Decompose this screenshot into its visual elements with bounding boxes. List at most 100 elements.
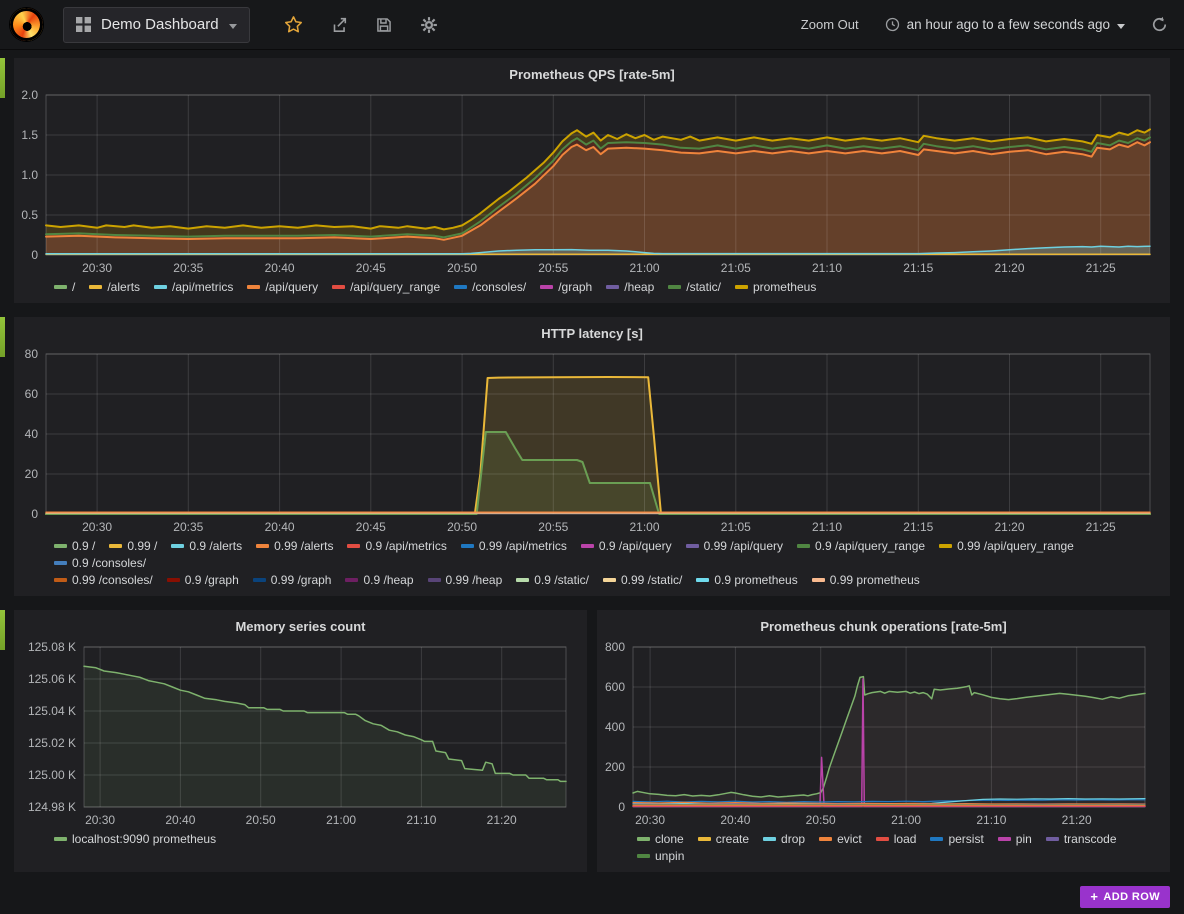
legend-item[interactable]: 0.99 /api/metrics [461,539,567,553]
svg-text:20:30: 20:30 [85,813,115,827]
http-latency-chart[interactable]: 02040608020:3020:3520:4020:4520:5020:552… [14,344,1170,536]
series-color-swatch [345,578,358,582]
svg-text:125.02 K: 125.02 K [28,736,76,750]
legend-item[interactable]: /static/ [668,280,721,294]
legend-item[interactable]: /api/metrics [154,280,233,294]
share-button[interactable] [330,16,348,34]
svg-text:20:40: 20:40 [165,813,195,827]
memory-series-legend: localhost:9090 prometheus [14,829,587,851]
series-label: drop [781,832,805,846]
legend-item[interactable]: 0.99 / [109,539,157,553]
add-row-label: ADD ROW [1103,891,1160,903]
legend-item[interactable]: /alerts [89,280,140,294]
legend-item[interactable]: /heap [606,280,654,294]
legend-item[interactable]: pin [998,832,1032,846]
series-label: persist [948,832,983,846]
legend-item[interactable]: 0.99 /static/ [603,573,682,587]
svg-text:0.5: 0.5 [21,208,38,222]
panel-title[interactable]: Memory series count [14,610,587,637]
svg-text:20:50: 20:50 [806,813,836,827]
legend-item[interactable]: /api/query_range [332,280,440,294]
save-button[interactable] [375,16,393,34]
legend-item[interactable]: 0.9 /api/metrics [347,539,446,553]
svg-text:80: 80 [25,347,39,361]
svg-text:20:55: 20:55 [538,520,568,534]
legend-item[interactable]: prometheus [735,280,816,294]
legend-item[interactable]: /api/query [247,280,318,294]
legend-item[interactable]: persist [930,832,983,846]
legend-item[interactable]: 0.9 /api/query [581,539,672,553]
series-label: unpin [655,849,684,863]
series-color-swatch [54,544,67,548]
legend-item[interactable]: 0.99 /graph [253,573,332,587]
memory-series-chart[interactable]: 124.98 K125.00 K125.02 K125.04 K125.06 K… [14,637,588,829]
qps-legend: / /alerts/api/metrics/api/query/api/query… [14,277,1170,299]
svg-text:21:00: 21:00 [891,813,921,827]
series-color-swatch [930,837,943,841]
refresh-button[interactable] [1151,16,1168,33]
add-row-button[interactable]: + ADD ROW [1080,886,1170,908]
series-color-swatch [939,544,952,548]
legend-item[interactable]: 0.9 /consoles/ [54,556,146,570]
series-color-swatch [54,285,67,289]
time-picker-button[interactable]: an hour ago to a few seconds ago [885,17,1125,32]
series-color-swatch [581,544,594,548]
svg-text:21:15: 21:15 [903,520,933,534]
svg-text:125.06 K: 125.06 K [28,672,76,686]
series-color-swatch [637,837,650,841]
row-collapse-handle[interactable] [0,58,5,98]
chunk-operations-chart[interactable]: 020040060080020:3020:4020:5021:0021:1021… [597,637,1169,829]
legend-item[interactable]: 0.99 /consoles/ [54,573,153,587]
series-color-swatch [735,285,748,289]
legend-item[interactable]: 0.9 /heap [345,573,413,587]
row-collapse-handle[interactable] [0,610,5,650]
legend-item[interactable]: 0.9 /graph [167,573,239,587]
gear-icon [420,16,438,34]
row-collapse-handle[interactable] [0,317,5,357]
grafana-logo-icon[interactable] [10,8,43,41]
legend-item[interactable]: 0.99 /alerts [256,539,333,553]
legend-item[interactable]: / [54,280,75,294]
svg-text:0: 0 [31,507,38,521]
star-button[interactable] [284,15,303,34]
legend-item[interactable]: 0.9 /alerts [171,539,242,553]
series-color-swatch [54,837,67,841]
legend-item[interactable]: 0.99 /api/query [686,539,783,553]
svg-text:21:05: 21:05 [721,261,751,275]
series-label: /api/metrics [172,280,233,294]
legend-item[interactable]: localhost:9090 prometheus [54,832,216,846]
series-color-swatch [347,544,360,548]
legend-item[interactable]: 0.9 / [54,539,95,553]
legend-item[interactable]: create [698,832,749,846]
legend-item[interactable]: 0.99 /heap [428,573,503,587]
series-color-swatch [332,285,345,289]
legend-item[interactable]: /consoles/ [454,280,526,294]
legend-item[interactable]: 0.99 /api/query_range [939,539,1074,553]
legend-item[interactable]: load [876,832,917,846]
panel-title[interactable]: Prometheus QPS [rate-5m] [14,58,1170,85]
navbar: Demo Dashboard [0,0,1184,50]
panel-title[interactable]: HTTP latency [s] [14,317,1170,344]
legend-item[interactable]: clone [637,832,684,846]
dashboard-picker-button[interactable]: Demo Dashboard [63,7,250,43]
series-color-swatch [819,837,832,841]
legend-item[interactable]: evict [819,832,862,846]
svg-text:20:40: 20:40 [265,261,295,275]
legend-item[interactable]: 0.9 prometheus [696,573,797,587]
legend-item[interactable]: 0.99 prometheus [812,573,920,587]
settings-button[interactable] [420,16,438,34]
series-label: /static/ [686,280,721,294]
legend-item[interactable]: transcode [1046,832,1117,846]
panel-title[interactable]: Prometheus chunk operations [rate-5m] [597,610,1170,637]
zoom-out-button[interactable]: Zoom Out [801,17,859,32]
legend-item[interactable]: /graph [540,280,592,294]
legend-item[interactable]: 0.9 /static/ [516,573,589,587]
svg-text:20:55: 20:55 [538,261,568,275]
series-color-swatch [812,578,825,582]
plus-icon: + [1090,892,1098,902]
legend-item[interactable]: drop [763,832,805,846]
legend-item[interactable]: 0.9 /api/query_range [797,539,925,553]
legend-item[interactable]: unpin [637,849,684,863]
svg-text:21:05: 21:05 [721,520,751,534]
qps-chart[interactable]: 00.51.01.52.020:3020:3520:4020:4520:5020… [14,85,1170,277]
